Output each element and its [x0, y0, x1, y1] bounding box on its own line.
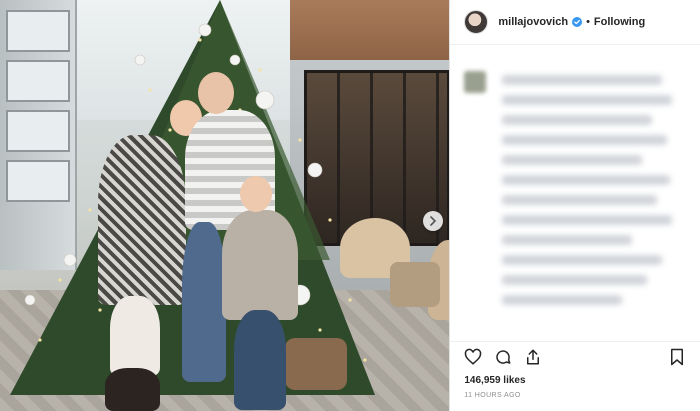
photo-jeans	[182, 222, 226, 382]
share-button[interactable]	[522, 346, 544, 368]
photo-bag	[285, 338, 347, 390]
separator-dot: •	[586, 16, 590, 28]
instagram-post: millajovovich • Following 146,959 likes …	[0, 0, 700, 411]
post-timestamp[interactable]: 11 HOURS AGO	[450, 386, 700, 411]
share-icon	[527, 349, 540, 365]
photo-legs	[110, 296, 160, 376]
carousel-next-button[interactable]	[423, 211, 443, 231]
chevron-right-icon	[430, 216, 437, 226]
photo-person-left	[98, 135, 186, 305]
commenter-avatar	[464, 71, 487, 93]
likes-count[interactable]: 146,959 likes	[450, 372, 700, 386]
photo-boots	[105, 368, 160, 411]
heart-icon	[465, 348, 482, 365]
verified-badge-icon	[572, 17, 583, 27]
post-photo[interactable]	[0, 0, 450, 411]
following-button[interactable]: Following	[594, 16, 645, 28]
bookmark-icon	[671, 348, 683, 366]
post-header: millajovovich • Following	[450, 0, 700, 45]
comment-button[interactable]	[492, 346, 514, 368]
photo-person-child	[222, 210, 298, 320]
action-bar	[450, 341, 700, 372]
photo-jeans	[234, 310, 286, 410]
caption-blurred	[450, 45, 700, 341]
username-link[interactable]: millajovovich	[498, 16, 568, 28]
photo-face	[240, 176, 272, 212]
comment-icon	[496, 350, 511, 364]
like-button[interactable]	[462, 346, 484, 368]
save-button[interactable]	[666, 346, 688, 368]
photo-face	[198, 72, 234, 114]
post-sidebar: millajovovich • Following 146,959 likes …	[449, 0, 700, 411]
photo-stool	[390, 262, 440, 307]
avatar[interactable]	[464, 10, 489, 34]
